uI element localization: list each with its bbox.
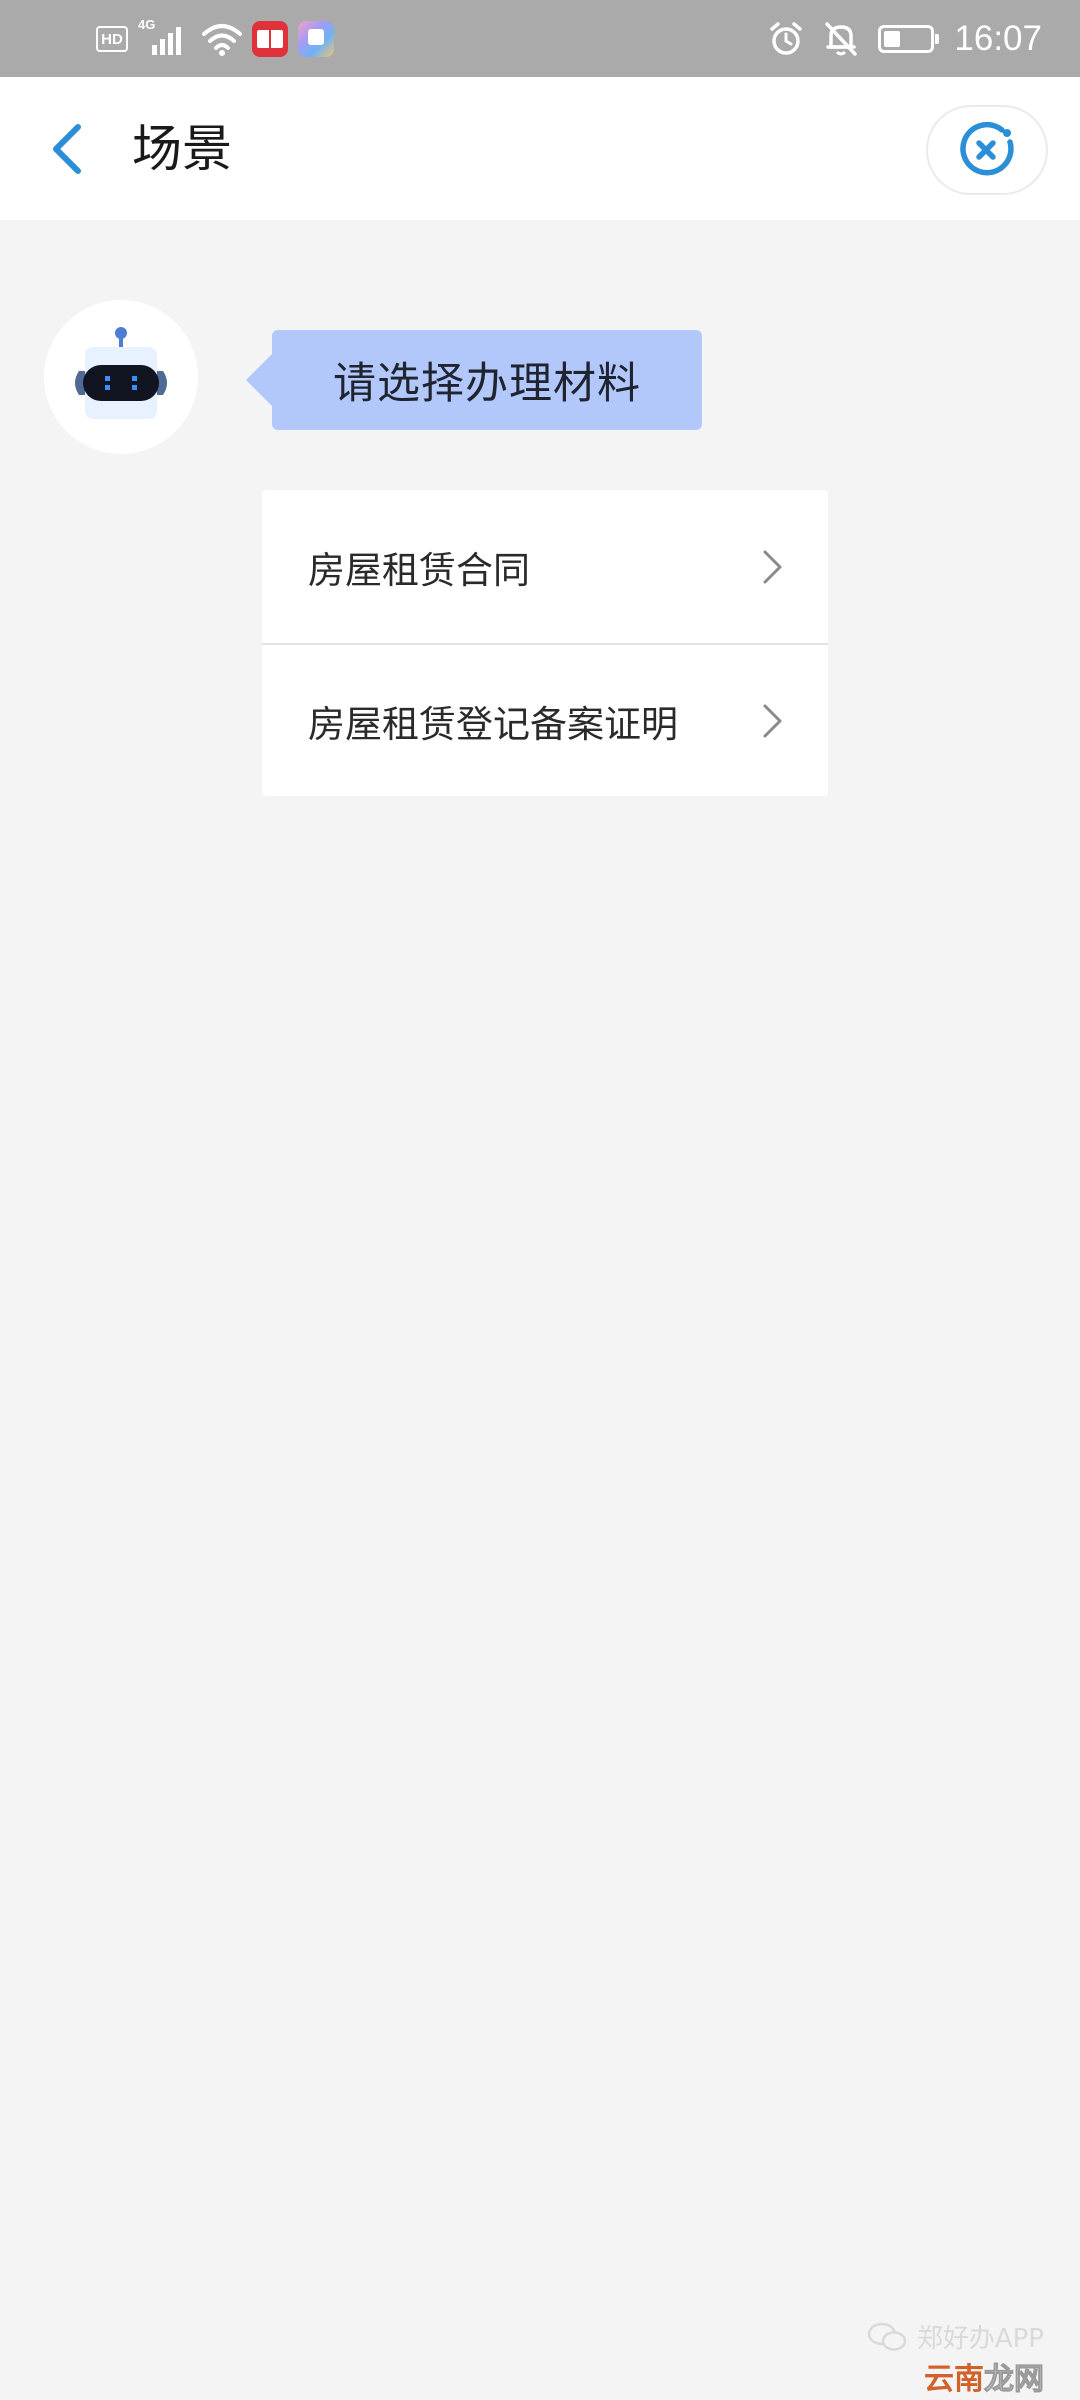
close-circle-icon (960, 121, 1014, 176)
watermark-site: 云南龙网 (924, 2354, 1045, 2398)
chevron-left-icon (53, 124, 81, 174)
wifi-icon (202, 24, 242, 56)
alarm-icon (770, 22, 803, 55)
option-rental-contract[interactable]: 房屋租赁合同 (262, 490, 828, 643)
status-right-group: 16:07 (768, 16, 1042, 62)
status-time: 16:07 (954, 19, 1042, 58)
signal-icon: 4G (138, 17, 192, 59)
back-button[interactable] (36, 111, 96, 187)
close-button[interactable] (926, 105, 1048, 195)
status-bar: HD 4G 16:07 (0, 0, 1080, 77)
mute-bell-icon (825, 22, 858, 56)
bot-avatar (44, 300, 198, 454)
material-options-card: 房屋租赁合同 房屋租赁登记备案证明 (262, 490, 828, 796)
watermark-source-text: 郑好办APP (916, 2324, 1044, 2354)
chevron-right-icon (763, 704, 782, 737)
option-label: 房屋租赁登记备案证明 (308, 702, 678, 746)
watermark-site-part-a: 云南 (924, 2362, 984, 2397)
bot-message-text: 请选择办理材料 (333, 359, 641, 409)
chevron-right-icon (763, 550, 782, 583)
page-title: 场景 (132, 120, 232, 178)
book-app-icon (252, 21, 288, 57)
status-left-group: HD 4G (96, 16, 334, 62)
bot-message-bubble: 请选择办理材料 (246, 330, 702, 430)
watermark-site-part-b: 龙网 (984, 2362, 1045, 2398)
app-header: 场景 (0, 77, 1080, 220)
colorful-app-icon (298, 21, 334, 57)
hd-icon: HD (96, 26, 128, 52)
battery-icon (878, 25, 940, 53)
watermark-source: 郑好办APP (867, 2318, 1044, 2355)
robot-icon (75, 327, 167, 419)
wechat-icon (867, 2322, 907, 2351)
option-label: 房屋租赁合同 (308, 548, 530, 592)
option-rental-registration-certificate[interactable]: 房屋租赁登记备案证明 (262, 643, 828, 796)
